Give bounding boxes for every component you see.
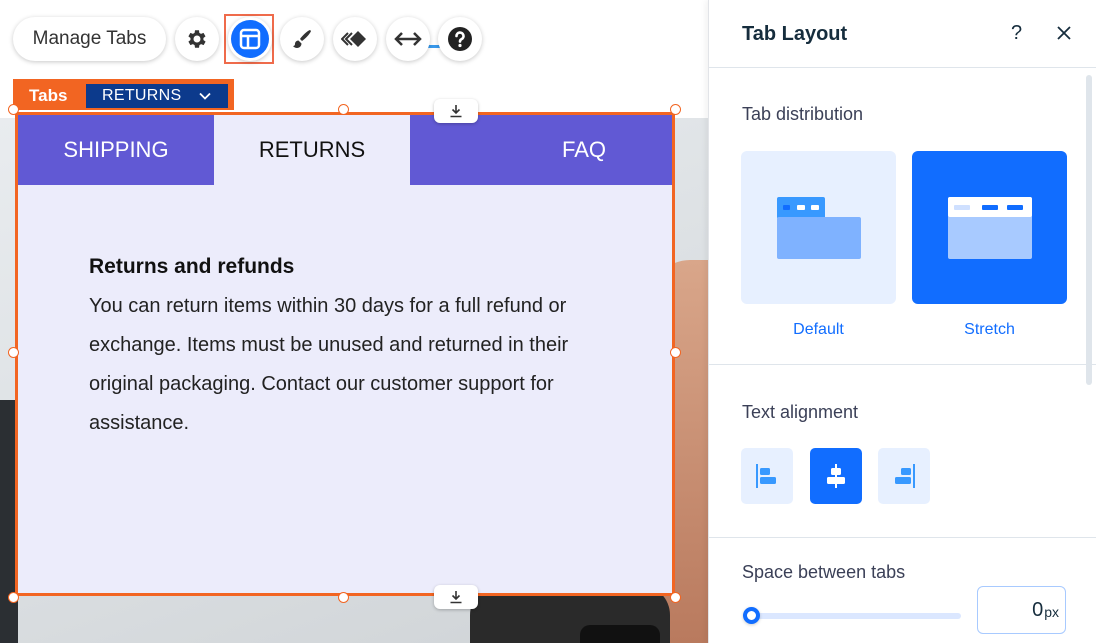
resize-handle-top-right[interactable] [670,104,681,115]
close-icon[interactable] [1055,24,1073,42]
brush-icon [293,30,311,48]
panel-divider [709,67,1096,68]
settings-button[interactable] [175,17,219,61]
stretch-anchor-top[interactable] [434,99,478,123]
content-body: You can return items within 30 days for … [89,295,569,434]
resize-handle-top-left[interactable] [8,104,19,115]
tab-label: FAQ [561,137,606,162]
tab-label: RETURNS [258,137,366,162]
align-center-icon [827,464,845,488]
gear-icon [188,30,206,48]
selection-tag-label: Tabs [29,86,68,105]
default-layout-icon [777,197,861,259]
download-icon [450,105,462,118]
space-between-tabs-label: Space between tabs [742,562,906,582]
download-icon [450,591,462,604]
align-left-button[interactable] [741,448,793,504]
resize-handle-bottom-left[interactable] [8,592,19,603]
layout-button[interactable] [228,17,272,61]
tabs-widget[interactable]: SHIPPING RETURNS FAQ Returns and refunds… [15,112,675,596]
layout-icon [231,20,269,58]
design-button[interactable] [280,17,324,61]
stretch-button[interactable] [386,17,430,61]
align-right-icon [895,464,915,488]
align-center-button[interactable] [810,448,862,504]
space-input-value: 0 [1032,598,1044,621]
resize-handle-top[interactable] [338,104,349,115]
manage-tabs-button[interactable]: Manage Tabs [13,17,166,61]
panel-scrollbar[interactable] [1086,75,1092,385]
panel-title: Tab Layout [742,23,848,45]
editor-canvas: Manage Tabs Tabs RETURNS SHIPPING RETURN… [0,0,708,643]
distribution-stretch-option[interactable] [912,151,1067,304]
help-button[interactable] [438,17,482,61]
tab-selector-value: RETURNS [102,87,182,104]
panel-divider [709,364,1096,365]
animation-icon [341,31,366,47]
space-input[interactable]: 0 px [977,586,1066,634]
align-right-button[interactable] [878,448,930,504]
stretch-anchor-bottom[interactable] [434,585,478,609]
tab-layout-panel: Tab Layout ? Tab distribution Default St… [708,0,1096,643]
animation-button[interactable] [333,17,377,61]
resize-handle-bottom-right[interactable] [670,592,681,603]
tabs-menu: SHIPPING RETURNS FAQ [18,115,672,185]
tab-faq[interactable]: FAQ [410,115,672,185]
distribution-default-label: Default [793,321,844,338]
manage-tabs-label: Manage Tabs [32,28,147,49]
tab-shipping[interactable]: SHIPPING [18,115,214,185]
text-alignment-label: Text alignment [742,402,859,422]
stretch-icon [394,32,422,46]
stretch-layout-icon [948,197,1032,259]
panel-divider [709,537,1096,538]
tab-label: SHIPPING [63,137,169,162]
background-watch [580,625,660,643]
tab-returns[interactable]: RETURNS [214,115,410,185]
tab-distribution-label: Tab distribution [742,104,864,124]
space-slider-track[interactable] [749,613,961,619]
chevron-down-icon [199,92,211,100]
help-icon [448,27,472,51]
tab-content: Returns and refunds You can return items… [89,255,569,443]
tab-selector-dropdown[interactable]: RETURNS [86,84,228,108]
space-input-unit: px [1044,604,1059,620]
panel-help-button[interactable]: ? [1011,22,1022,45]
distribution-default-option[interactable] [741,151,896,304]
resize-handle-left[interactable] [8,347,19,358]
resize-handle-right[interactable] [670,347,681,358]
selection-tag: Tabs RETURNS [13,79,234,110]
distribution-stretch-label: Stretch [964,321,1015,338]
resize-handle-bottom[interactable] [338,592,349,603]
content-title: Returns and refunds [89,255,295,278]
space-slider-handle[interactable] [743,607,760,624]
align-left-icon [756,464,776,488]
